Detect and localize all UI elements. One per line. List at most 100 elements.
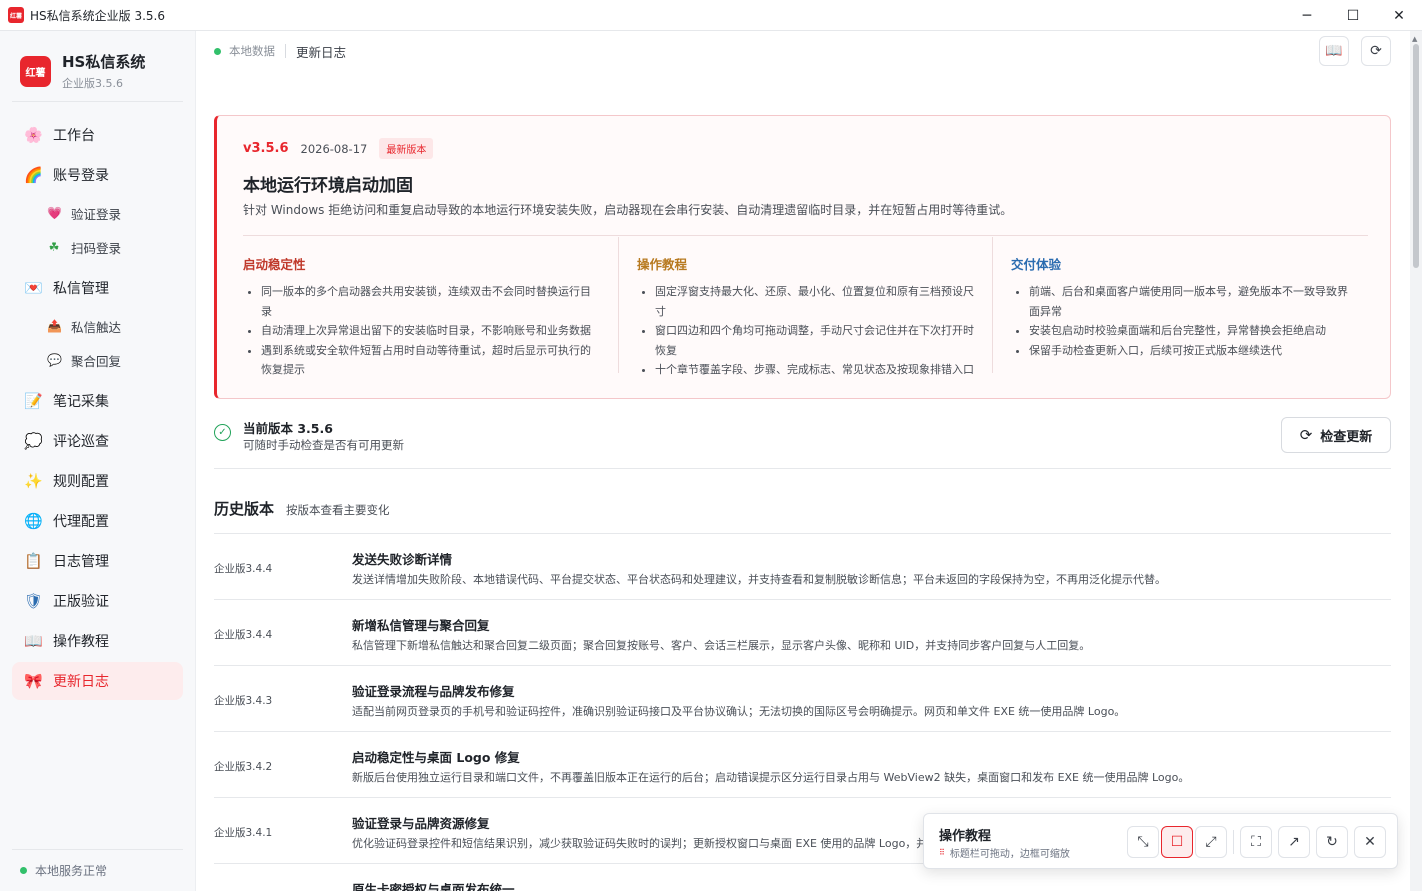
tutorial-floating-window[interactable]: 操作教程 ⠿ 标题栏可拖动，边框可缩放 ⤡ ☐ ⤢ ⛶ ↗ ↻ ✕ bbox=[923, 813, 1398, 869]
sidebar-item-label: 正版验证 bbox=[53, 594, 109, 610]
history-version: 企业版3.4.4 bbox=[214, 629, 273, 641]
scroll-thumb[interactable] bbox=[1413, 44, 1419, 268]
divider bbox=[214, 468, 1391, 469]
section-title: 操作教程 bbox=[637, 257, 688, 272]
service-status: 本地服务正常 bbox=[12, 849, 183, 879]
service-status-text: 本地服务正常 bbox=[35, 864, 108, 878]
status-dot-icon bbox=[20, 867, 27, 874]
refresh-icon: ⟳ bbox=[1370, 43, 1382, 59]
minimize-button[interactable]: ─ bbox=[1284, 0, 1330, 31]
section-divider bbox=[992, 237, 993, 373]
shield-icon: 🛡 bbox=[24, 592, 44, 610]
sidebar-item-label: 私信触达 bbox=[71, 319, 122, 335]
sidebar-item-note-collect[interactable]: 📝 笔记采集 bbox=[12, 382, 183, 420]
sidebar-item-workbench[interactable]: 🌸 工作台 bbox=[12, 116, 183, 154]
fullscreen-button[interactable]: ⛶ bbox=[1240, 826, 1272, 858]
sidebar-subitem-aggregate-reply[interactable]: 💬 聚合回复 bbox=[12, 343, 183, 377]
collapse-arrows-icon: ⤡ bbox=[1137, 834, 1149, 850]
sidebar-item-label: 笔记采集 bbox=[53, 394, 109, 410]
scroll-up-arrow-icon[interactable]: ▲ bbox=[1412, 35, 1417, 43]
status-dot-icon bbox=[214, 47, 221, 55]
sidebar: 红薯 HS私信系统 企业版3.5.6 🌸 工作台 🌈 账号登录 💗 验证登录 ☘… bbox=[0, 31, 196, 891]
local-data-status: 本地数据 bbox=[214, 43, 275, 59]
release-date: 2026-08-17 bbox=[300, 141, 368, 156]
list-item: 自动清理上次异常退出留下的安装临时目录，不影响账号和业务数据 bbox=[261, 321, 595, 341]
maximize-button[interactable]: ☐ bbox=[1330, 0, 1376, 31]
sidebar-item-dm-manage[interactable]: 💌 私信管理 bbox=[12, 269, 183, 307]
sidebar-item-comment-patrol[interactable]: 💭 评论巡查 bbox=[12, 422, 183, 460]
clover-icon: ☘ bbox=[48, 240, 60, 254]
section-title: 启动稳定性 bbox=[243, 257, 306, 272]
book-icon: 📖 bbox=[1325, 43, 1343, 59]
history-version: 企业版3.4.1 bbox=[214, 827, 273, 839]
sidebar-item-rule-config[interactable]: ✨ 规则配置 bbox=[12, 462, 183, 500]
expand-arrows-icon: ⤢ bbox=[1205, 834, 1217, 850]
check-update-button[interactable]: ⟳ 检查更新 bbox=[1281, 417, 1391, 453]
list-item: 十个章节覆盖字段、步骤、完成标志、常见状态及按现象排错入口 bbox=[655, 360, 982, 380]
history-subtitle: 按版本查看主要变化 bbox=[286, 503, 390, 517]
ribbon-icon: 🎀 bbox=[24, 672, 43, 690]
header: 本地数据 更新日志 📖 ⟳ bbox=[196, 31, 1410, 71]
shrink-size-button[interactable]: ⤡ bbox=[1127, 826, 1159, 858]
brand-logo: 红薯 bbox=[20, 55, 51, 87]
history-desc: 新版后台使用独立运行目录和端口文件，不再覆盖旧版本正在运行的后台；启动错误提示区… bbox=[352, 771, 1190, 784]
latest-release-card: v3.5.6 2026-08-17 最新版本 本地运行环境启动加固 针对 Win… bbox=[214, 115, 1391, 399]
sidebar-item-label: 代理配置 bbox=[53, 514, 109, 530]
tutorial-book-button[interactable]: 📖 bbox=[1319, 36, 1349, 66]
close-float-button[interactable]: ✕ bbox=[1354, 826, 1386, 858]
floating-window-title[interactable]: 操作教程 bbox=[939, 825, 991, 844]
sidebar-item-license-verify[interactable]: 🛡 正版验证 bbox=[12, 582, 183, 620]
history-desc: 私信管理下新增私信触达和聚合回复二级页面；聚合回复按账号、客户、会话三栏展示，显… bbox=[352, 639, 1091, 652]
sidebar-item-label: 规则配置 bbox=[53, 474, 109, 490]
sidebar-item-label: 更新日志 bbox=[53, 674, 109, 690]
window-title: HS私信系统企业版 3.5.6 bbox=[30, 8, 165, 23]
history-desc: 发送详情增加失败阶段、本地错误代码、平台提交状态、平台状态码和处理建议，并支持查… bbox=[352, 573, 1166, 586]
list-item: 安装包启动时校验桌面端和后台完整性，异常替换会拒绝启动 bbox=[1029, 321, 1356, 341]
history-title-text: 验证登录与品牌资源修复 bbox=[352, 816, 490, 831]
maximize-float-button[interactable]: ↗ bbox=[1278, 826, 1310, 858]
window-titlebar[interactable]: 红薯 HS私信系统企业版 3.5.6 ─ ☐ ✕ bbox=[0, 0, 1422, 31]
history-row: 企业版3.4.3 验证登录流程与品牌发布修复 适配当前网页登录页的手机号和验证码… bbox=[214, 666, 1391, 732]
fullscreen-icon: ⛶ bbox=[1251, 834, 1261, 850]
section-title: 交付体验 bbox=[1011, 257, 1062, 272]
sidebar-item-label: 工作台 bbox=[53, 128, 95, 144]
release-section-delivery: 交付体验 前端、后台和桌面客户端使用同一版本号，避免版本不一致导致界面异常 安装… bbox=[1011, 237, 1356, 373]
refresh-button[interactable]: ⟳ bbox=[1361, 36, 1391, 66]
release-divider bbox=[243, 235, 1368, 236]
list-item: 保留手动检查更新入口，后续可按正式版本继续迭代 bbox=[1029, 341, 1356, 361]
sidebar-subitem-dm-reach[interactable]: 📤 私信触达 bbox=[12, 309, 183, 343]
globe-icon: 🌐 bbox=[24, 512, 43, 530]
sidebar-item-account-login[interactable]: 🌈 账号登录 bbox=[12, 156, 183, 194]
sidebar-item-label: 聚合回复 bbox=[71, 353, 122, 369]
close-window-button[interactable]: ✕ bbox=[1376, 0, 1422, 31]
sidebar-subitem-qr-login[interactable]: ☘ 扫码登录 bbox=[12, 230, 183, 264]
close-icon: ✕ bbox=[1364, 834, 1376, 850]
enlarge-size-button[interactable]: ⤢ bbox=[1195, 826, 1227, 858]
diagonal-expand-icon: ↗ bbox=[1288, 834, 1300, 850]
list-item: 遇到系统或安全软件短暂占用时自动等待重试，超时后显示可执行的恢复提示 bbox=[261, 341, 595, 380]
drag-grip-icon[interactable]: ⠿ bbox=[939, 848, 945, 857]
sidebar-item-proxy-config[interactable]: 🌐 代理配置 bbox=[12, 502, 183, 540]
breadcrumb: 更新日志 bbox=[296, 44, 347, 60]
brand-name: HS私信系统 bbox=[62, 53, 146, 71]
sidebar-item-tutorial[interactable]: 📖 操作教程 bbox=[12, 622, 183, 660]
brand: 红薯 HS私信系统 企业版3.5.6 bbox=[20, 51, 145, 91]
vertical-scrollbar[interactable]: ▲ bbox=[1410, 31, 1422, 891]
list-item: 窗口四边和四个角均可拖动调整，手动尺寸会记住并在下次打开时恢复 bbox=[655, 321, 982, 360]
medium-size-button[interactable]: ☐ bbox=[1161, 826, 1193, 858]
release-version: v3.5.6 bbox=[243, 141, 289, 156]
sidebar-item-changelog[interactable]: 🎀 更新日志 bbox=[12, 662, 183, 700]
heart-icon: 💗 bbox=[47, 206, 62, 220]
square-icon: ☐ bbox=[1170, 834, 1184, 850]
sidebar-item-label: 账号登录 bbox=[53, 168, 109, 184]
sidebar-item-log-manage[interactable]: 📋 日志管理 bbox=[12, 542, 183, 580]
breadcrumb-divider bbox=[285, 44, 286, 58]
sidebar-subitem-verify-login[interactable]: 💗 验证登录 bbox=[12, 196, 183, 230]
sparkles-icon: ✨ bbox=[24, 472, 43, 490]
sidebar-item-label: 验证登录 bbox=[71, 206, 122, 222]
check-update-label: 检查更新 bbox=[1320, 429, 1373, 445]
reset-icon: ↻ bbox=[1326, 834, 1338, 850]
sidebar-item-label: 私信管理 bbox=[53, 281, 109, 297]
reset-position-button[interactable]: ↻ bbox=[1316, 826, 1348, 858]
flower-icon: 🌸 bbox=[24, 126, 43, 144]
